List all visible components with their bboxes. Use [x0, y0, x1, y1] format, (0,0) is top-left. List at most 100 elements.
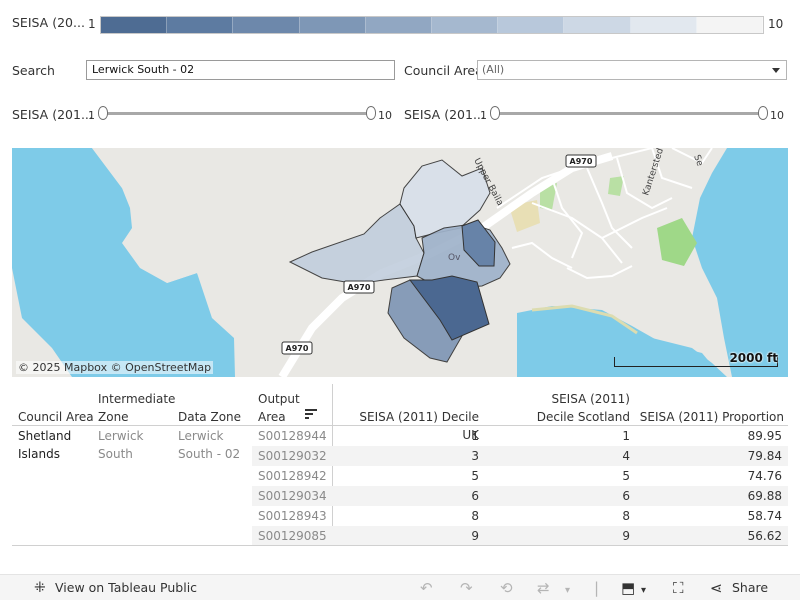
legend-swatch[interactable]	[696, 17, 764, 33]
council-area-dropdown[interactable]: (All)	[477, 60, 787, 80]
map-canvas[interactable]: A970 A970 A970 Upper Baila Kantersted Se…	[12, 148, 788, 377]
cell-decile-scotland: 4	[622, 449, 630, 463]
street-label-se: Se	[691, 154, 704, 168]
header-data-zone[interactable]: Data Zone	[178, 390, 244, 426]
table-row[interactable]: S00128942 5 5 74.76	[252, 466, 788, 486]
revert-icon[interactable]: ⟲	[500, 580, 513, 596]
zone-s00129085	[288, 203, 425, 285]
redo-icon[interactable]: ↷	[460, 580, 473, 596]
legend-swatch[interactable]	[432, 17, 499, 33]
slider-scotland-max-handle[interactable]	[758, 106, 768, 120]
download-dropdown-icon[interactable]: ▾	[641, 583, 646, 599]
cell-output-area: S00128943	[258, 509, 327, 523]
cell-decile-uk: 9	[471, 529, 479, 543]
legend-swatch[interactable]	[564, 17, 631, 33]
table-row[interactable]: S00129085 9 9 56.62	[252, 526, 788, 546]
legend-min-label: 1	[88, 17, 96, 31]
share-icon[interactable]: ⋖	[710, 580, 723, 596]
cell-output-area: S00129034	[258, 489, 327, 503]
cell-data-zone: Lerwick South - 02	[178, 429, 241, 461]
table-row[interactable]: S00128943 8 8 58.74	[252, 506, 788, 526]
road-label-a970-3: A970	[286, 344, 309, 353]
cell-output-area: S00129085	[258, 529, 327, 543]
tableau-logo-icon[interactable]: ⁜	[34, 580, 46, 596]
slider-scotland-max: 10	[770, 109, 784, 122]
legend-swatch[interactable]	[630, 17, 697, 33]
legend-swatch[interactable]	[299, 17, 366, 33]
fullscreen-icon[interactable]: ⛶	[673, 580, 684, 596]
share-button[interactable]: Share	[732, 580, 768, 595]
cell-decile-scotland: 9	[622, 529, 630, 543]
slider-uk-min: 1	[88, 109, 95, 122]
cell-decile-uk: 6	[471, 489, 479, 503]
cell-output-area: S00128942	[258, 469, 327, 483]
chevron-down-icon[interactable]	[772, 68, 780, 73]
slider-uk-max-handle[interactable]	[366, 106, 376, 120]
council-area-label: Council Area	[404, 63, 483, 78]
header-proportion[interactable]: SEISA (2011) Proportion	[638, 408, 784, 426]
table-row[interactable]: S00129034 6 6 69.88	[252, 486, 788, 506]
refresh-icon[interactable]: ⇄	[537, 580, 550, 596]
cell-proportion: 79.84	[747, 449, 782, 463]
cell-decile-uk: 5	[471, 469, 479, 483]
cell-decile-scotland: 1	[622, 429, 630, 443]
slider-uk-min-handle[interactable]	[98, 106, 108, 120]
header-council-area[interactable]: Council Area	[18, 408, 94, 426]
slider-scotland-label: SEISA (201...	[404, 107, 485, 122]
cell-output-area: S00129032	[258, 449, 327, 463]
table-row[interactable]: S00128944 1 1 89.95	[252, 426, 788, 446]
cell-proportion: 74.76	[747, 469, 782, 483]
download-icon[interactable]: ⬒	[621, 580, 635, 596]
road-label-a970-2: A970	[348, 283, 371, 292]
data-table: Council Area Intermediate Zone Data Zone…	[12, 384, 788, 546]
legend-swatch[interactable]	[233, 17, 300, 33]
place-label: Ov	[448, 253, 461, 263]
table-bottom-border	[12, 545, 788, 546]
legend-title: SEISA (20...	[12, 15, 85, 30]
slider-scotland-min: 1	[480, 109, 487, 122]
legend-swatch[interactable]	[498, 17, 565, 33]
refresh-dropdown-icon[interactable]: ▾	[565, 583, 570, 599]
pause-icon[interactable]: |	[594, 580, 599, 596]
map-attribution[interactable]: © 2025 Mapbox © OpenStreetMap	[16, 361, 214, 374]
cell-proportion: 89.95	[747, 429, 782, 443]
table-row[interactable]: S00129032 3 4 79.84	[252, 446, 788, 466]
council-area-value: (All)	[482, 63, 505, 76]
cell-decile-scotland: 6	[622, 489, 630, 503]
map-scale-label: 2000 ft	[729, 351, 778, 365]
cell-decile-uk: 8	[471, 509, 479, 523]
undo-icon[interactable]: ↶	[420, 580, 433, 596]
park-1	[657, 218, 697, 266]
street-label-kantersted: Kantersted	[641, 148, 666, 197]
header-decile-scotland[interactable]: SEISA (2011) Decile Scotland	[512, 390, 630, 426]
slider-uk-max: 10	[378, 109, 392, 122]
search-label: Search	[12, 63, 55, 78]
legend-swatch[interactable]	[101, 17, 168, 33]
park-3	[608, 176, 624, 196]
cell-council-area: Shetland Islands	[18, 429, 72, 461]
bottom-toolbar: ⁜ View on Tableau Public ↶ ↷ ⟲ ⇄ ▾ | ⬒ ▾…	[0, 574, 800, 600]
color-legend[interactable]	[100, 16, 764, 34]
cell-intermediate-zone: Lerwick South	[98, 429, 144, 461]
road-label-a970-1: A970	[570, 157, 593, 166]
cell-decile-uk: 3	[471, 449, 479, 463]
slider-scotland-min-handle[interactable]	[490, 106, 500, 120]
header-intermediate-zone[interactable]: Intermediate Zone	[98, 390, 178, 426]
sort-icon[interactable]	[305, 409, 317, 419]
slider-uk-track[interactable]	[103, 112, 371, 115]
legend-max-label: 10	[768, 17, 784, 31]
map-view[interactable]: A970 A970 A970 Upper Baila Kantersted Se…	[12, 148, 788, 377]
cell-proportion: 58.74	[747, 509, 782, 523]
legend-swatch[interactable]	[365, 17, 433, 33]
cell-proportion: 56.62	[747, 529, 782, 543]
slider-scotland-track[interactable]	[495, 112, 763, 115]
cell-decile-uk: 1	[471, 429, 479, 443]
search-input[interactable]: Lerwick South - 02	[86, 60, 395, 80]
water-right	[692, 148, 788, 377]
cell-decile-scotland: 8	[622, 509, 630, 523]
view-on-tableau-public-link[interactable]: View on Tableau Public	[55, 580, 197, 595]
header-output-area[interactable]: Output Area	[258, 390, 308, 426]
cell-proportion: 69.88	[747, 489, 782, 503]
legend-swatch[interactable]	[167, 17, 234, 33]
cell-decile-scotland: 5	[622, 469, 630, 483]
